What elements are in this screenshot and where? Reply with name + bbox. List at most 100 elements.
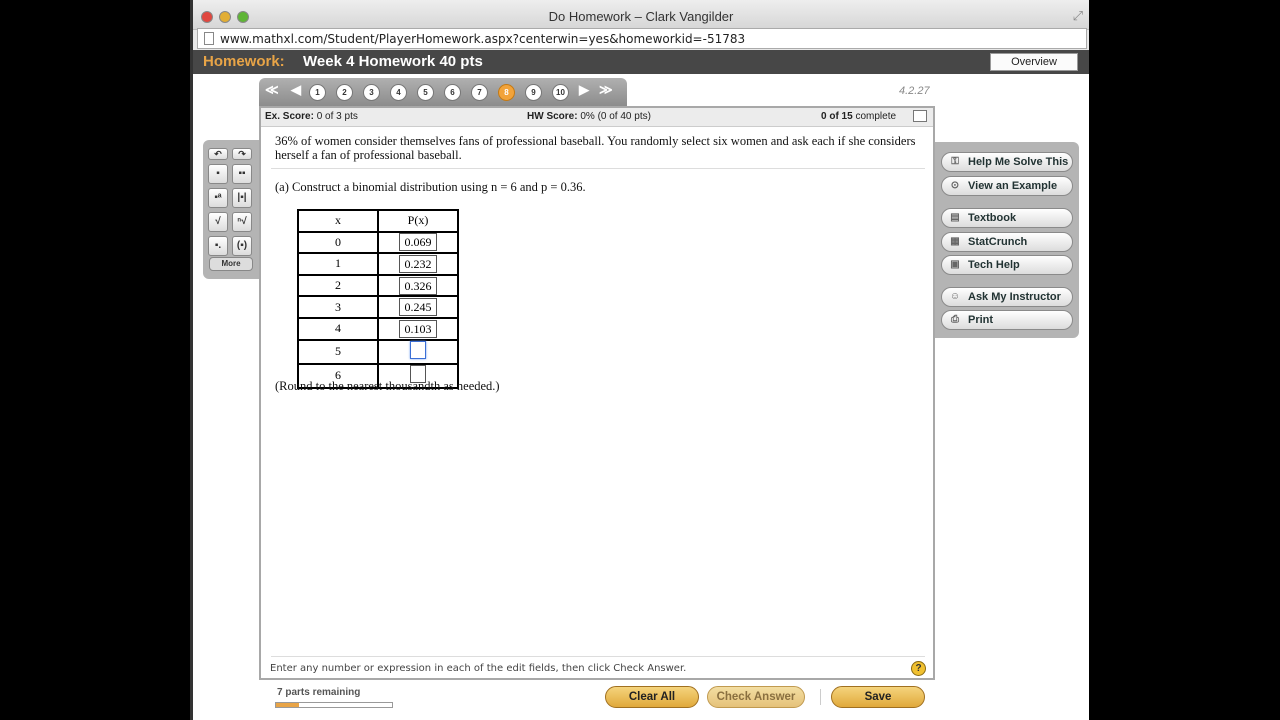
- sidebar-button-statcrunch[interactable]: ▦ StatCrunch: [941, 232, 1073, 252]
- undo-icon[interactable]: ↶: [208, 148, 228, 160]
- sidebar-button-help-me-solve-this[interactable]: ⚿ Help Me Solve This: [941, 152, 1073, 172]
- square-root-icon[interactable]: √: [208, 212, 228, 232]
- popout-icon[interactable]: [913, 110, 927, 122]
- check-answer-button[interactable]: Check Answer: [707, 686, 805, 708]
- window-title: Do Homework – Clark Vangilder: [548, 9, 734, 24]
- person-icon: ☺: [949, 291, 961, 302]
- fullscreen-icon[interactable]: ⤢: [1073, 8, 1083, 24]
- sidebar-button-label: StatCrunch: [968, 236, 1028, 248]
- bottom-bar: 7 parts remaining Clear All Check Answer…: [259, 680, 935, 720]
- rounding-note: (Round to the nearest thousandth as need…: [275, 379, 500, 393]
- question-1-button[interactable]: 1: [309, 84, 326, 101]
- part-a-prompt: (a) Construct a binomial distribution us…: [275, 180, 586, 194]
- table-header-row: x P(x): [297, 209, 459, 233]
- sidebar-button-label: Print: [968, 314, 994, 326]
- homework-title: Week 4 Homework 40 pts: [303, 53, 483, 70]
- instructions-text: Enter any number or expression in each o…: [270, 663, 687, 674]
- probability-input[interactable]: 0.245: [399, 298, 437, 317]
- table-row: 1 0.232: [297, 252, 459, 276]
- probability-cell: 0.069: [377, 230, 459, 255]
- table-row: 3 0.245: [297, 295, 459, 319]
- probability-input[interactable]: 0.326: [399, 276, 437, 295]
- probability-input[interactable]: 0.232: [399, 254, 437, 273]
- exponent-icon[interactable]: ▪ᵃ: [208, 188, 228, 208]
- printer-icon: ⎙: [951, 314, 959, 325]
- footer-divider: [271, 656, 925, 657]
- probability-input[interactable]: [410, 340, 426, 359]
- content-area: ≪ ◀ ▶ ≫ 1 2 3 4 5 6 7 8 9 10 4.2.27 ↶ ↷ ▪ ▪▪ ▪ᵃ |…: [193, 74, 1089, 720]
- divider: [271, 168, 925, 169]
- table-row: 5: [297, 338, 459, 365]
- sidebar-button-ask-my-instructor[interactable]: ☺ Ask My Instructor: [941, 287, 1073, 307]
- homework-score: HW Score: 0% (0 of 40 pts): [527, 111, 651, 122]
- url-text[interactable]: www.mathxl.com/Student/PlayerHomework.as…: [220, 32, 745, 46]
- homework-header: Homework: Week 4 Homework 40 pts Overvie…: [193, 50, 1089, 74]
- question-panel: Ex. Score: 0 of 3 pts HW Score: 0% (0 of…: [259, 106, 935, 680]
- x-value: 4: [297, 316, 379, 341]
- nth-root-icon[interactable]: ⁿ√: [232, 212, 252, 232]
- redo-icon[interactable]: ↷: [232, 148, 252, 160]
- last-question-icon[interactable]: ≫: [599, 82, 613, 98]
- question-navigator: ≪ ◀ ▶ ≫ 1 2 3 4 5 6 7 8 9 10: [259, 78, 627, 106]
- sidebar-button-label: View an Example: [968, 180, 1058, 192]
- button-separator: [820, 689, 821, 705]
- sidebar-button-tech-help[interactable]: ▣ Tech Help: [941, 255, 1073, 275]
- address-bar[interactable]: www.mathxl.com/Student/PlayerHomework.as…: [197, 28, 1087, 49]
- probability-input[interactable]: 0.069: [399, 233, 437, 252]
- table-row: 0 0.069: [297, 230, 459, 255]
- question-4-button[interactable]: 4: [390, 84, 407, 101]
- sidebar-button-label: Tech Help: [968, 259, 1020, 271]
- help-sidebar: ⚿ Help Me Solve This ⊙ View an Example ▤ Text…: [935, 142, 1079, 338]
- header-x: x: [297, 209, 379, 233]
- question-6-button[interactable]: 6: [444, 84, 461, 101]
- x-value: 1: [297, 252, 379, 276]
- first-question-icon[interactable]: ≪: [265, 82, 279, 98]
- probability-cell: 0.245: [377, 295, 459, 319]
- page-icon: [204, 32, 214, 45]
- sidebar-button-print[interactable]: ⎙ Print: [941, 310, 1073, 330]
- question-text: 36% of women consider themselves fans of…: [275, 134, 916, 162]
- overview-button[interactable]: Overview: [990, 53, 1078, 71]
- math-toolbox: ↶ ↷ ▪ ▪▪ ▪ᵃ |▪| √ ⁿ√ ▪. (▪) More: [203, 140, 259, 279]
- parentheses-icon[interactable]: (▪): [232, 236, 252, 256]
- question-9-button[interactable]: 9: [525, 84, 542, 101]
- question-5-button[interactable]: 5: [417, 84, 434, 101]
- question-version: 4.2.27: [899, 85, 930, 97]
- exercise-score: Ex. Score: 0 of 3 pts: [265, 111, 358, 122]
- question-3-button[interactable]: 3: [363, 84, 380, 101]
- sidebar-button-textbook[interactable]: ▤ Textbook: [941, 208, 1073, 228]
- more-tools-button[interactable]: More: [209, 257, 253, 271]
- probability-cell: 0.326: [377, 273, 459, 298]
- browser-window: Do Homework – Clark Vangilder ⤢ www.math…: [193, 0, 1089, 720]
- homework-label: Homework:: [203, 53, 285, 70]
- key-icon: ⚿: [951, 156, 959, 167]
- next-question-icon[interactable]: ▶: [579, 82, 589, 98]
- clear-all-button[interactable]: Clear All: [605, 686, 699, 708]
- question-10-button[interactable]: 10: [552, 84, 569, 101]
- help-icon[interactable]: ?: [911, 661, 926, 676]
- x-value: 5: [297, 338, 379, 365]
- calculator-icon: ▣: [950, 259, 960, 270]
- question-7-button[interactable]: 7: [471, 84, 488, 101]
- binomial-distribution-table: x P(x) 0 0.069 1 0.232 2 0.326 3 0.245 4 0.103 5 6: [297, 209, 459, 389]
- question-8-button[interactable]: 8: [498, 84, 515, 101]
- parts-remaining: 7 parts remaining: [277, 687, 361, 698]
- completion-count: 0 of 15 complete: [821, 111, 897, 122]
- mixed-number-icon[interactable]: ▪▪: [232, 164, 252, 184]
- header-px: P(x): [377, 209, 459, 233]
- save-button[interactable]: Save: [831, 686, 925, 708]
- score-bar: Ex. Score: 0 of 3 pts HW Score: 0% (0 of…: [261, 108, 933, 127]
- title-bar: Do Homework – Clark Vangilder ⤢: [193, 0, 1089, 30]
- fraction-icon[interactable]: ▪: [208, 164, 228, 184]
- question-2-button[interactable]: 2: [336, 84, 353, 101]
- probability-input[interactable]: 0.103: [399, 319, 437, 338]
- table-row: 2 0.326: [297, 273, 459, 298]
- table-row: 4 0.103: [297, 316, 459, 341]
- decimal-icon[interactable]: ▪.: [208, 236, 228, 256]
- x-value: 2: [297, 273, 379, 298]
- previous-question-icon[interactable]: ◀: [291, 82, 301, 98]
- sidebar-button-label: Ask My Instructor: [968, 291, 1061, 303]
- sidebar-button-view-an-example[interactable]: ⊙ View an Example: [941, 176, 1073, 196]
- absolute-value-icon[interactable]: |▪|: [232, 188, 252, 208]
- probability-cell: 0.232: [377, 252, 459, 276]
